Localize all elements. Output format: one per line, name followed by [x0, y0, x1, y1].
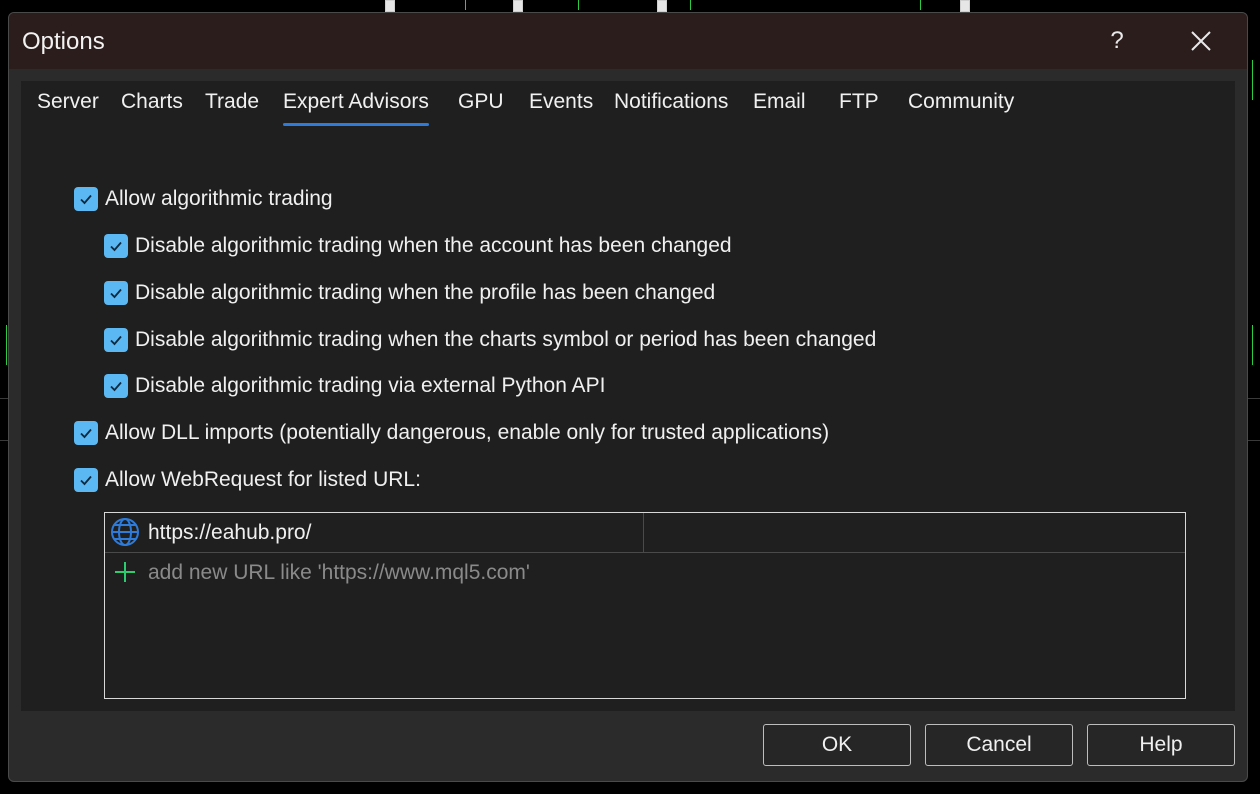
option-disable-on-symbol-period-change[interactable]: Disable algorithmic trading when the cha…	[104, 326, 876, 354]
url-list[interactable]: https://eahub.pro/ add new URL like 'htt…	[104, 512, 1186, 699]
tab-email[interactable]: Email	[753, 87, 806, 131]
checkbox[interactable]	[104, 328, 128, 352]
url-text: https://eahub.pro/	[148, 521, 312, 544]
chart-wick	[690, 0, 691, 10]
checkmark-icon	[110, 288, 122, 299]
chart-wick	[6, 325, 7, 365]
checkmark-icon	[80, 194, 92, 205]
question-mark-icon: ?	[1110, 27, 1124, 54]
checkbox[interactable]	[74, 187, 98, 211]
dialog-title: Options	[22, 28, 105, 55]
option-label: Disable algorithmic trading via external…	[135, 374, 606, 397]
option-disable-on-profile-change[interactable]: Disable algorithmic trading when the pro…	[104, 279, 715, 307]
tab-gpu[interactable]: GPU	[458, 87, 504, 131]
option-allow-dll-imports[interactable]: Allow DLL imports (potentially dangerous…	[74, 419, 829, 447]
tab-strip: Server Charts Trade Expert Advisors GPU …	[21, 81, 1235, 133]
checkbox[interactable]	[74, 421, 98, 445]
checkbox[interactable]	[104, 234, 128, 258]
option-disable-via-python-api[interactable]: Disable algorithmic trading via external…	[104, 372, 605, 400]
option-label: Allow WebRequest for listed URL:	[105, 468, 421, 491]
option-allow-algo-trading[interactable]: Allow algorithmic trading	[74, 185, 333, 213]
tab-charts[interactable]: Charts	[121, 87, 183, 131]
option-disable-on-account-change[interactable]: Disable algorithmic trading when the acc…	[104, 232, 732, 260]
chart-wick	[920, 0, 921, 10]
chart-wick	[1252, 325, 1253, 365]
option-allow-webrequest[interactable]: Allow WebRequest for listed URL:	[74, 466, 421, 494]
tab-ftp[interactable]: FTP	[839, 87, 879, 131]
checkmark-icon	[110, 335, 122, 346]
add-url-placeholder: add new URL like 'https://www.mql5.com'	[148, 561, 530, 584]
chart-candle	[385, 0, 395, 12]
option-label: Disable algorithmic trading when the cha…	[135, 328, 877, 351]
tab-community[interactable]: Community	[908, 87, 1014, 131]
tab-notifications[interactable]: Notifications	[614, 87, 728, 131]
option-label: Allow DLL imports (potentially dangerous…	[105, 421, 830, 444]
title-bar: Options ?	[9, 13, 1247, 69]
help-button[interactable]: Help	[1087, 724, 1235, 766]
chart-wick	[465, 0, 466, 10]
chart-wick	[1252, 60, 1253, 100]
chart-wick	[578, 0, 579, 10]
option-label: Allow algorithmic trading	[105, 187, 333, 210]
tab-trade[interactable]: Trade	[205, 87, 259, 131]
chart-candle	[513, 0, 523, 12]
checkbox[interactable]	[104, 374, 128, 398]
globe-icon	[111, 518, 139, 546]
option-label: Disable algorithmic trading when the pro…	[135, 281, 716, 304]
tab-content-panel: Server Charts Trade Expert Advisors GPU …	[21, 81, 1235, 711]
column-divider	[643, 513, 644, 552]
ok-button[interactable]: OK	[763, 724, 911, 766]
add-url-row[interactable]: add new URL like 'https://www.mql5.com'	[105, 553, 1185, 593]
chart-candle	[960, 0, 970, 12]
url-list-item[interactable]: https://eahub.pro/	[105, 513, 1185, 553]
checkbox[interactable]	[74, 468, 98, 492]
checkmark-icon	[80, 428, 92, 439]
cancel-button[interactable]: Cancel	[925, 724, 1073, 766]
checkbox[interactable]	[104, 281, 128, 305]
tab-expert-advisors[interactable]: Expert Advisors	[283, 87, 429, 131]
checkmark-icon	[110, 241, 122, 252]
help-title-button[interactable]: ?	[1097, 21, 1137, 61]
option-label: Disable algorithmic trading when the acc…	[135, 234, 732, 257]
options-dialog: Options ? Server Charts Trade Expert Adv…	[8, 12, 1248, 782]
plus-icon	[115, 562, 135, 582]
chart-candle	[657, 0, 667, 12]
checkmark-icon	[80, 475, 92, 486]
tab-server[interactable]: Server	[37, 87, 99, 131]
close-button[interactable]	[1179, 21, 1223, 61]
checkmark-icon	[110, 381, 122, 392]
tab-events[interactable]: Events	[529, 87, 593, 131]
close-icon	[1191, 31, 1211, 51]
